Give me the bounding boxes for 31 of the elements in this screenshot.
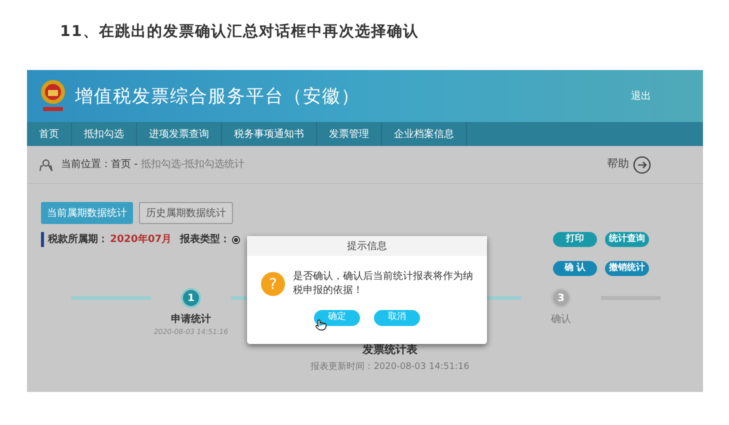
report-type-label: 报表类型： [180, 232, 230, 247]
breadcrumb: 当前位置：首页 - 抵扣勾选-抵扣勾选统计 [61, 158, 245, 172]
action-button[interactable]: 统计查询 [605, 232, 649, 247]
nav-tab[interactable]: 企业档案信息 [382, 122, 467, 146]
report-update-time: 报表更新时间：2020-08-03 14:51:16 [310, 361, 470, 374]
period-label: 税款所属期： [48, 232, 108, 247]
step-label: 申请统计 [171, 312, 211, 327]
nav-tab[interactable]: 税务事项通知书 [222, 122, 317, 146]
confirm-action-button[interactable]: 撤销统计 [605, 261, 649, 276]
action-button[interactable]: 打印 [553, 232, 597, 247]
period-tab[interactable]: 历史属期数据统计 [139, 202, 233, 224]
nav-tab[interactable]: 发票管理 [317, 122, 382, 146]
location-icon [39, 158, 53, 172]
dialog-title: 提示信息 [347, 240, 387, 254]
step-heading: 11、在跳出的发票确认汇总对话框中再次选择确认 [60, 21, 420, 42]
question-icon: ? [261, 272, 285, 296]
logout-link[interactable]: 退出 [631, 88, 651, 104]
confirm-action-button[interactable]: 确 认 [553, 261, 597, 276]
period-value: 2020年07月 [110, 232, 172, 247]
hand-cursor-icon [315, 319, 327, 331]
period-tab[interactable]: 当前属期数据统计 [41, 202, 133, 224]
nav-tab[interactable]: 抵扣勾选 [72, 122, 137, 146]
emblem-icon [39, 79, 67, 113]
nav-tab[interactable]: 首页 [27, 122, 72, 146]
step-label: 确认 [551, 313, 571, 327]
nav-tab[interactable]: 进项发票查询 [137, 122, 222, 146]
report-type-radio[interactable] [232, 236, 240, 244]
help-button[interactable]: 帮助 [607, 156, 651, 174]
report-title: 发票统计表 [362, 342, 418, 358]
dialog-message: 是否确认，确认后当前统计报表将作为纳税申报的依据！ [293, 270, 473, 298]
app-title: 增值税发票综合服务平台（安徽） [75, 84, 360, 108]
